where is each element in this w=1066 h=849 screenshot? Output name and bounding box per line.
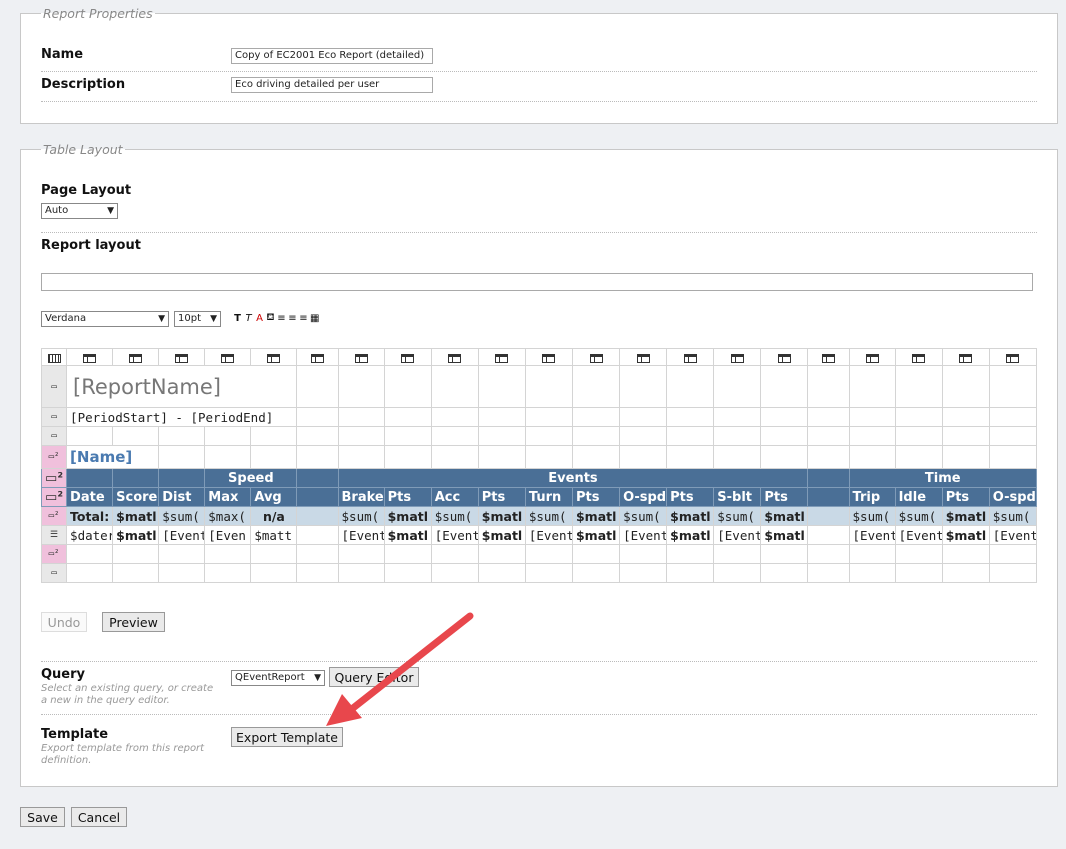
cancel-button[interactable]: Cancel (71, 807, 127, 827)
annotation-arrow-icon (326, 612, 474, 726)
save-button[interactable]: Save (20, 807, 65, 827)
